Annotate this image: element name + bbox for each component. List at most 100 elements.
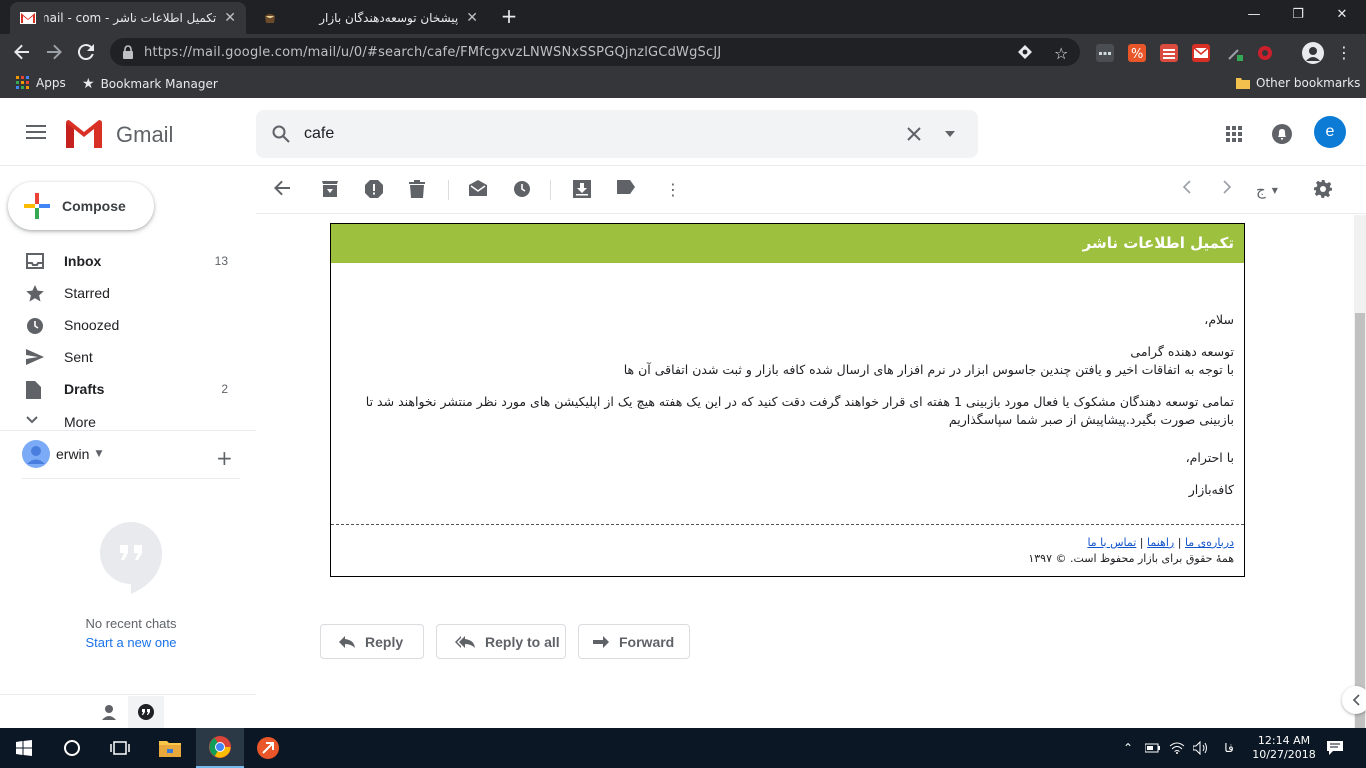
bazaar-favicon-icon [262,10,278,26]
bookmark-star-icon[interactable]: ☆ [1054,44,1068,63]
footer-separator: | [1139,536,1144,549]
google-apps-icon[interactable] [1226,126,1242,142]
settings-gear-icon[interactable] [1314,180,1334,200]
gmail-checker-icon[interactable] [1192,44,1210,62]
todoist-icon[interactable] [1160,44,1178,62]
tab-title: پیشخان توسعه‌دهندگان بازار [319,11,459,25]
extension-diamond-icon[interactable] [1018,45,1032,59]
chrome-taskbar-icon[interactable] [196,728,244,768]
gmail-logo-icon[interactable] [66,120,102,148]
sidebar-item-sent[interactable]: Sent [0,341,246,373]
reply-label: Reply [365,633,404,650]
search-options-icon[interactable] [944,131,956,137]
browser-tab-bazaar[interactable]: پیشخان توسعه‌دهندگان بازار ✕ [252,2,488,34]
tray-expand-icon[interactable]: ⌃ [1120,728,1136,768]
snooze-clock-icon[interactable] [513,180,533,200]
other-bookmarks[interactable]: Other bookmarks [1236,76,1360,90]
sidebar-item-more[interactable]: More [0,406,246,438]
back-icon[interactable] [8,38,36,66]
label-icon[interactable] [617,180,637,200]
older-icon[interactable] [1222,180,1242,200]
close-tab-icon[interactable]: ✕ [224,10,236,26]
minimize-icon[interactable]: — [1234,4,1274,28]
bookmark-manager[interactable]: ★ Bookmark Manager [82,76,218,92]
account-avatar[interactable]: e [1314,116,1346,148]
report-spam-icon[interactable] [365,180,385,200]
scrollbar[interactable] [1354,215,1366,728]
hangouts-tab[interactable] [128,696,164,728]
windows-start-icon[interactable] [0,728,48,768]
action-center-icon[interactable] [1320,728,1350,768]
side-panel-toggle-icon[interactable] [1342,686,1366,714]
inbox-icon [26,253,44,269]
reply-button[interactable]: Reply [320,624,424,659]
star-icon: ★ [82,76,95,92]
footer-link-help[interactable]: راهنما [1147,536,1174,549]
reply-all-button[interactable]: Reply to all [436,624,566,659]
move-to-icon[interactable] [573,180,593,200]
send-icon [26,349,44,365]
search-icon[interactable] [272,125,290,143]
address-bar[interactable]: https://mail.google.com/mail/u/0/#search… [110,38,1080,66]
scrollbar-thumb[interactable] [1355,313,1365,728]
add-chat-icon[interactable]: + [216,446,233,470]
input-tools-icon[interactable]: ج ▼ [1256,180,1290,200]
eyedropper-icon[interactable] [1226,44,1244,62]
search-input[interactable] [304,125,864,143]
message-view: تکمیل اطلاعات ناشر سلام، توسعه دهنده گرا… [256,215,1354,728]
cortana-search-icon[interactable] [48,728,96,768]
language-indicator[interactable]: فا [1218,728,1240,768]
file-explorer-icon[interactable] [146,728,194,768]
extension-dots-icon[interactable] [1096,44,1114,62]
volume-icon[interactable] [1192,728,1210,768]
main-menu-icon[interactable] [26,124,46,140]
compose-button[interactable]: Compose [8,182,154,230]
more-actions-icon[interactable]: ⋮ [663,180,683,200]
profile-avatar-icon[interactable] [1302,42,1324,64]
hangouts-user[interactable]: erwin ▼ [22,440,102,468]
clock-time: 12:14 AM [1257,734,1311,747]
sidebar-item-drafts[interactable]: Drafts 2 [0,373,246,405]
sidebar-item-snoozed[interactable]: Snoozed [0,309,246,341]
delete-icon[interactable] [409,180,429,200]
unread-count: 13 [214,254,228,268]
archive-icon[interactable] [321,180,341,200]
browser-tab-gmail[interactable]: تکمیل اطلاعات ناشر - Gmail - com ✕ [10,2,246,34]
forward-icon[interactable] [40,38,68,66]
sidebar-item-inbox[interactable]: Inbox 13 [0,245,246,277]
wifi-icon[interactable] [1168,728,1186,768]
reload-icon[interactable] [72,38,100,66]
nav-label: More [64,414,96,430]
close-tab-icon[interactable]: ✕ [466,10,478,26]
draft-count: 2 [221,382,228,396]
start-new-chat-link[interactable]: Start a new one [0,635,262,650]
sidebar-item-starred[interactable]: Starred [0,277,246,309]
hangouts-icon [138,704,154,720]
app-launcher-icon[interactable] [246,728,290,768]
footer-link-about[interactable]: درباره‌ی ما [1185,536,1234,549]
opera-vpn-icon[interactable] [1256,44,1274,62]
clear-search-icon[interactable] [906,126,922,142]
contacts-icon[interactable] [101,704,117,720]
forward-button[interactable]: Forward [578,624,690,659]
mark-unread-icon[interactable] [469,180,489,200]
email-header-banner: تکمیل اطلاعات ناشر [331,224,1244,263]
extension-percent-icon[interactable]: % [1128,44,1146,62]
message-action-bar: ⋮ ج ▼ [256,166,1366,214]
notifications-icon[interactable] [1272,124,1292,144]
sidebar: Compose Inbox 13 Starred Snoozed Sent Dr… [0,166,256,728]
new-tab-icon[interactable]: + [498,6,520,28]
footer-link-contact[interactable]: تماس با ما [1087,536,1136,549]
window-close-icon[interactable]: ✕ [1322,4,1362,28]
back-to-search-icon[interactable] [274,180,294,200]
email-body-card: تکمیل اطلاعات ناشر سلام، توسعه دهنده گرا… [330,223,1245,577]
system-clock[interactable]: 12:14 AM 10/27/2018 [1246,728,1322,768]
task-view-icon[interactable] [96,728,144,768]
chrome-menu-icon[interactable]: ⋮ [1336,43,1352,62]
newer-icon[interactable] [1182,180,1202,200]
restore-icon[interactable]: ❐ [1278,4,1318,28]
battery-icon[interactable] [1144,728,1162,768]
bookmark-apps[interactable]: Apps [16,76,66,90]
apps-grid-icon [16,76,30,90]
search-bar[interactable] [256,110,978,158]
